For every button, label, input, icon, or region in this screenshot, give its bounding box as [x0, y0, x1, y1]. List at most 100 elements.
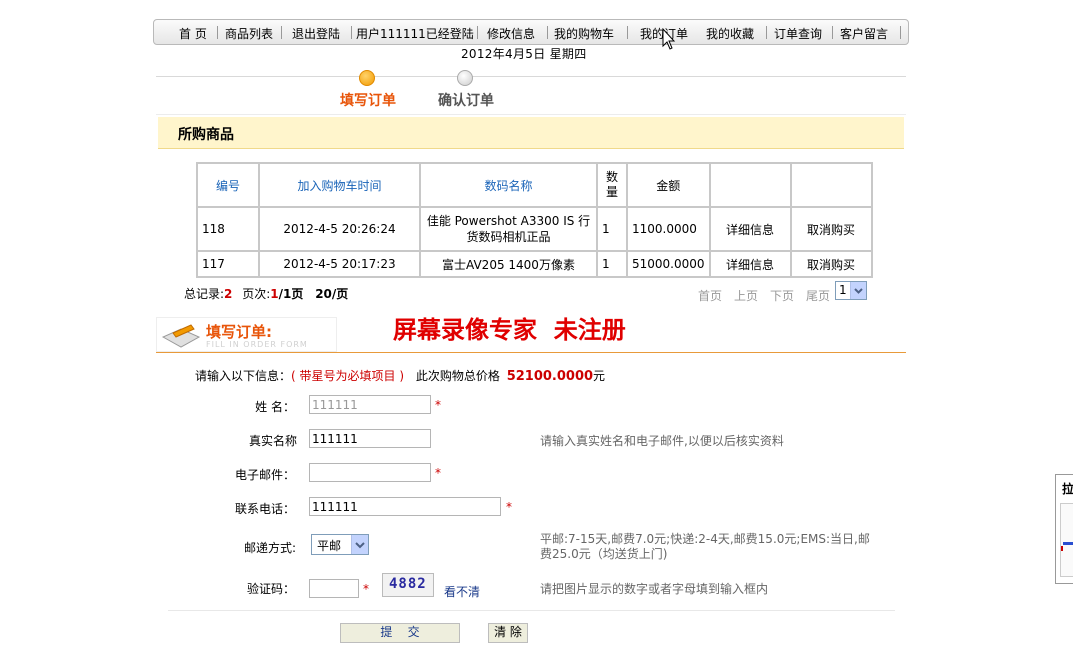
- form-intro: 请输入以下信息：( 带星号为必填项目 ) 此次购物总价格 52100.0000元: [195, 367, 605, 384]
- cell-qty: 1: [598, 252, 626, 276]
- step-confirm-order: 确认订单: [438, 93, 494, 109]
- cell-id: 117: [198, 252, 258, 276]
- side-panel-label: 拉: [1062, 482, 1073, 496]
- cart-table: 编号 加入购物车时间 数码名称 数量 金额 118 2012-4-5 20:26…: [196, 162, 873, 278]
- side-panel-chart: [1060, 503, 1073, 577]
- table-header-row: 编号 加入购物车时间 数码名称 数量 金额: [198, 164, 871, 206]
- nav-divider: [547, 26, 548, 39]
- nav-divider: [766, 26, 767, 39]
- pager-select[interactable]: 1: [835, 281, 867, 300]
- required-star: *: [435, 466, 441, 480]
- nav-divider: [351, 26, 352, 39]
- step-inactive-dot-icon: [457, 70, 473, 86]
- phone-label: 联系电话：: [234, 502, 295, 516]
- pager-total: 2: [224, 287, 233, 301]
- order-form-banner: 填写订单: FILL IN ORDER FORM: [156, 317, 337, 352]
- current-date: 2012年4月5日 星期四: [461, 47, 587, 61]
- top-nav: 首 页 商品列表 退出登陆 用户111111已经登陆 修改信息 我的购物车 我的…: [153, 19, 909, 45]
- shipping-select[interactable]: 平邮: [311, 534, 369, 555]
- step-fill-order: 填写订单: [340, 93, 396, 109]
- nav-divider: [627, 26, 628, 39]
- required-star: *: [435, 398, 441, 412]
- required-star: *: [506, 500, 512, 514]
- nav-products[interactable]: 商品列表: [225, 25, 273, 42]
- steps-line: [156, 76, 906, 77]
- realname-hint: 请输入真实姓名和电子邮件,以便以后核实资料: [540, 434, 784, 448]
- nav-home[interactable]: 首 页: [179, 25, 207, 42]
- nav-order-query[interactable]: 订单查询: [774, 25, 822, 42]
- purchased-title: 所购商品: [178, 127, 234, 143]
- name-input[interactable]: [309, 395, 431, 414]
- pager-last[interactable]: 尾页: [806, 287, 830, 304]
- col-cancel: [791, 164, 871, 206]
- form-divider: [168, 610, 895, 611]
- nav-user-status: 用户111111已经登陆: [356, 27, 474, 41]
- pager-prev[interactable]: 上页: [734, 287, 758, 304]
- realname-label: 真实名称: [248, 434, 297, 448]
- captcha-hint: 请把图片显示的数字或者字母填到输入框内: [540, 582, 769, 596]
- cancel-purchase-link[interactable]: 取消购买: [791, 208, 871, 250]
- cell-name: 富士AV205 1400万像素: [421, 252, 596, 276]
- cancel-purchase-link[interactable]: 取消购买: [791, 252, 871, 276]
- form-intro-label: 请输入以下信息：: [195, 369, 292, 383]
- captcha-refresh-link[interactable]: 看不清: [444, 583, 480, 600]
- nav-divider: [900, 26, 901, 39]
- chevron-down-icon: [850, 282, 866, 299]
- nav-edit-info[interactable]: 修改信息: [487, 25, 535, 42]
- side-floating-panel[interactable]: 拉: [1055, 474, 1073, 584]
- col-id: 编号: [198, 164, 258, 206]
- nav-divider: [217, 26, 218, 39]
- captcha-input[interactable]: [309, 579, 359, 598]
- cell-time: 2012-4-5 20:26:24: [260, 208, 419, 250]
- pager-page-label: 页次:: [242, 287, 271, 301]
- nav-divider: [477, 26, 478, 39]
- cell-id: 118: [198, 208, 258, 250]
- pager-first[interactable]: 首页: [698, 287, 722, 304]
- pager-select-value: 1: [839, 283, 847, 297]
- cell-qty: 1: [598, 208, 626, 250]
- cell-amount: 51000.0000: [628, 252, 709, 276]
- table-row: 117 2012-4-5 20:17:23 富士AV205 1400万像素 1 …: [198, 252, 871, 276]
- col-amount: 金额: [628, 164, 709, 206]
- detail-link[interactable]: 详细信息: [710, 208, 790, 250]
- total-price-label: 此次购物总价格: [415, 369, 500, 383]
- order-form-title: 填写订单:: [206, 323, 272, 341]
- mouse-cursor-icon: [662, 28, 676, 50]
- captcha-image: 4882: [382, 573, 434, 597]
- nav-messages[interactable]: 客户留言: [840, 25, 888, 42]
- cell-amount: 1100.0000: [628, 208, 709, 250]
- nav-logout[interactable]: 退出登陆: [292, 25, 340, 42]
- captcha-image-text: 4882: [389, 576, 427, 592]
- detail-link[interactable]: 详细信息: [710, 252, 790, 276]
- submit-button[interactable]: 提 交: [340, 623, 460, 643]
- pager-total-label: 总记录:: [184, 287, 225, 301]
- pager-current-page: 1: [270, 287, 279, 301]
- nav-favorites[interactable]: 我的收藏: [706, 25, 754, 42]
- purchased-section-header: 所购商品: [158, 117, 904, 149]
- pencil-box-icon: [161, 324, 201, 348]
- required-note: ( 带星号为必填项目 ): [291, 369, 405, 383]
- nav-cart[interactable]: 我的购物车: [554, 25, 614, 42]
- pager-per-page: 20/页: [315, 287, 349, 301]
- section-divider: [156, 352, 906, 353]
- chevron-down-icon: [351, 535, 368, 554]
- phone-input[interactable]: [309, 497, 501, 516]
- shipping-hint-line2: 费25.0元（均送货上门): [540, 547, 668, 561]
- cell-name: 佳能 Powershot A3300 IS 行货数码相机正品: [421, 208, 596, 250]
- required-star: *: [363, 582, 369, 596]
- table-row: 118 2012-4-5 20:26:24 佳能 Powershot A3300…: [198, 208, 871, 250]
- col-qty: 数量: [598, 164, 626, 206]
- nav-divider: [281, 26, 282, 39]
- pager-next[interactable]: 下页: [770, 287, 794, 304]
- col-name: 数码名称: [421, 164, 596, 206]
- order-steps: 填写订单 确认订单: [156, 62, 906, 115]
- side-panel-bar: [1063, 542, 1073, 545]
- cell-time: 2012-4-5 20:17:23: [260, 252, 419, 276]
- shipping-label: 邮递方式:: [243, 541, 296, 555]
- email-input[interactable]: [309, 463, 431, 482]
- order-form-subtitle: FILL IN ORDER FORM: [206, 340, 308, 349]
- clear-button[interactable]: 清 除: [488, 623, 528, 643]
- col-detail: [710, 164, 790, 206]
- realname-input[interactable]: [309, 429, 431, 448]
- side-panel-marker: [1061, 546, 1063, 551]
